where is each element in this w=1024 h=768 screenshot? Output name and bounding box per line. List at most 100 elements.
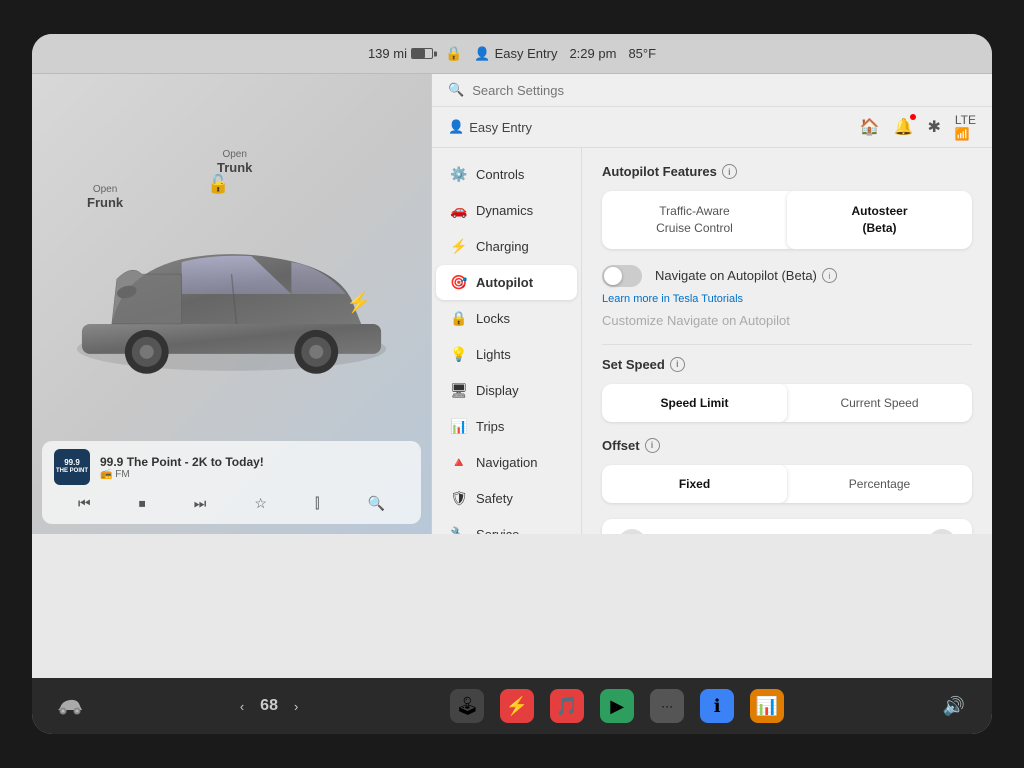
easy-entry-text: Easy Entry bbox=[469, 120, 532, 135]
current-speed-button[interactable]: Current Speed bbox=[787, 384, 972, 422]
music-stop-button[interactable]: ⏹ bbox=[131, 491, 154, 516]
sidebar-item-autopilot[interactable]: 🎯 Autopilot bbox=[436, 265, 577, 300]
display-icon: 🖥 bbox=[450, 382, 468, 399]
easy-entry-status-label: Easy Entry bbox=[495, 46, 558, 61]
sidebar-item-navigation[interactable]: 🔺 Navigation bbox=[436, 445, 577, 480]
radio-logo: 99.9 THE POINT bbox=[54, 449, 90, 485]
cruise-control-button[interactable]: Traffic-AwareCruise Control bbox=[602, 191, 787, 249]
home-icon[interactable]: 🏠 bbox=[860, 117, 880, 137]
music-prev-button[interactable]: ⏮ bbox=[70, 491, 99, 516]
music-controls: ⏮ ⏹ ⏭ ☆ ⫿ 🔍 bbox=[54, 491, 409, 516]
lights-label: Lights bbox=[476, 347, 511, 362]
trips-label: Trips bbox=[476, 419, 504, 434]
time-display: 2:29 pm bbox=[569, 46, 616, 61]
set-speed-title: Set Speed i bbox=[602, 357, 972, 372]
controls-label: Controls bbox=[476, 167, 524, 182]
car-image: ⚡ bbox=[52, 194, 411, 414]
sidebar-item-service[interactable]: 🔧 Service bbox=[436, 517, 577, 534]
temp-value: 68 bbox=[260, 697, 278, 715]
speed-type-group: Speed Limit Current Speed bbox=[602, 384, 972, 422]
percentage-button[interactable]: Percentage bbox=[787, 465, 972, 503]
safety-label: Safety bbox=[476, 491, 513, 506]
unlock-icon: 🔓 bbox=[207, 174, 229, 195]
speed-limit-button[interactable]: Speed Limit bbox=[602, 384, 787, 422]
set-speed-info-icon[interactable]: i bbox=[670, 357, 685, 372]
sidebar-item-trips[interactable]: 📊 Trips bbox=[436, 409, 577, 444]
sidebar-item-display[interactable]: 🖥 Display bbox=[436, 373, 577, 408]
charging-label: Charging bbox=[476, 239, 529, 254]
sidebar-item-dynamics[interactable]: 🚗 Dynamics bbox=[436, 193, 577, 228]
open-trunk-button[interactable]: Open Trunk bbox=[217, 149, 252, 175]
lights-icon: 💡 bbox=[450, 346, 468, 363]
trunk-open-label: Open bbox=[217, 149, 252, 160]
autopilot-content: Autopilot Features i Traffic-AwareCruise… bbox=[582, 148, 992, 534]
temp-down-arrow[interactable]: ‹ bbox=[240, 699, 244, 714]
taskbar-lightning-app[interactable]: ⚡ bbox=[500, 689, 534, 723]
navigate-info-icon[interactable]: i bbox=[822, 268, 837, 283]
taskbar-joystick-app[interactable]: 🕹 bbox=[450, 689, 484, 723]
autopilot-info-icon[interactable]: i bbox=[722, 164, 737, 179]
autopilot-features-title: Autopilot Features i bbox=[602, 164, 972, 179]
sidebar-item-charging[interactable]: ⚡ Charging bbox=[436, 229, 577, 264]
customize-link[interactable]: Customize Navigate on Autopilot bbox=[602, 313, 972, 328]
charging-icon: ⚡ bbox=[450, 238, 468, 255]
search-input[interactable] bbox=[472, 83, 976, 98]
learn-more-link[interactable]: Learn more in Tesla Tutorials bbox=[602, 293, 972, 305]
taskbar-car-icon[interactable] bbox=[52, 688, 88, 724]
offset-title: Offset i bbox=[602, 438, 972, 453]
navigate-text: Navigate on Autopilot (Beta) bbox=[655, 268, 817, 283]
service-label: Service bbox=[476, 527, 519, 534]
offset-info-icon[interactable]: i bbox=[645, 438, 660, 453]
temp-up-arrow[interactable]: › bbox=[294, 699, 298, 714]
divider1 bbox=[602, 344, 972, 345]
navigate-label: Navigate on Autopilot (Beta) i bbox=[602, 265, 837, 287]
status-bar: 139 mi 🔒 👤 Easy Entry 2:29 pm 85°F bbox=[32, 34, 992, 74]
signal-icon: LTE📶 bbox=[955, 113, 976, 141]
offset-increase-button[interactable]: + bbox=[928, 529, 956, 534]
taskbar-music-app[interactable]: 🎵 bbox=[550, 689, 584, 723]
music-title: 99.9 The Point - 2K to Today! bbox=[100, 455, 409, 469]
fixed-button[interactable]: Fixed bbox=[602, 465, 787, 503]
music-subtitle: 📻 FM bbox=[100, 469, 409, 480]
logo-line2: THE POINT bbox=[56, 468, 88, 475]
navigate-toggle[interactable] bbox=[602, 265, 642, 287]
sidebar-item-lights[interactable]: 💡 Lights bbox=[436, 337, 577, 372]
svg-text:⚡: ⚡ bbox=[346, 290, 371, 314]
taskbar-play-app[interactable]: ▶ bbox=[600, 689, 634, 723]
autosteer-button[interactable]: Autosteer(Beta) bbox=[787, 191, 972, 249]
music-next-button[interactable]: ⏭ bbox=[186, 491, 215, 516]
sidebar-item-safety[interactable]: 🛡 Safety bbox=[436, 481, 577, 516]
taskbar-info-app[interactable]: ℹ bbox=[700, 689, 734, 723]
bluetooth-icon[interactable]: ✱ bbox=[927, 117, 940, 137]
music-favorite-button[interactable]: ☆ bbox=[246, 491, 275, 516]
set-speed-label: Set Speed bbox=[602, 357, 665, 372]
battery-info: 139 mi bbox=[368, 46, 433, 61]
volume-icon: 🔊 bbox=[943, 696, 965, 717]
taskbar-bars-app[interactable]: 📊 bbox=[750, 689, 784, 723]
trips-icon: 📊 bbox=[450, 418, 468, 435]
service-icon: 🔧 bbox=[450, 526, 468, 534]
temperature-taskbar: 68 bbox=[260, 697, 278, 715]
settings-body: ⚙️ Controls 🚗 Dynamics ⚡ Charging 🎯 bbox=[432, 148, 992, 534]
autopilot-label: Autopilot bbox=[476, 275, 533, 290]
lock-icon: 🔒 bbox=[445, 45, 462, 62]
sidebar-item-locks[interactable]: 🔒 Locks bbox=[436, 301, 577, 336]
sidebar-item-controls[interactable]: ⚙️ Controls bbox=[436, 157, 577, 192]
offset-decrease-button[interactable]: − bbox=[618, 529, 646, 534]
taskbar-dots-app[interactable]: ··· bbox=[650, 689, 684, 723]
temperature-display: 85°F bbox=[628, 46, 656, 61]
locks-label: Locks bbox=[476, 311, 510, 326]
music-equalizer-button[interactable]: ⫿ bbox=[307, 491, 327, 516]
taskbar-volume-icon[interactable]: 🔊 bbox=[936, 688, 972, 724]
bell-icon[interactable]: 🔔 bbox=[894, 117, 914, 137]
offset-type-group: Fixed Percentage bbox=[602, 465, 972, 503]
navigate-autopilot-row: Navigate on Autopilot (Beta) i bbox=[602, 265, 972, 287]
person-icon-header: 👤 bbox=[448, 119, 464, 135]
taskbar-center-group: ‹ 68 › bbox=[240, 697, 298, 715]
taskbar-apps-group: 🕹 ⚡ 🎵 ▶ ··· ℹ 📊 bbox=[450, 689, 784, 723]
navigation-label: Navigation bbox=[476, 455, 537, 470]
dynamics-label: Dynamics bbox=[476, 203, 533, 218]
music-info: 99.9 The Point - 2K to Today! 📻 FM bbox=[100, 455, 409, 480]
battery-icon bbox=[411, 48, 433, 59]
music-search-button[interactable]: 🔍 bbox=[360, 491, 393, 516]
